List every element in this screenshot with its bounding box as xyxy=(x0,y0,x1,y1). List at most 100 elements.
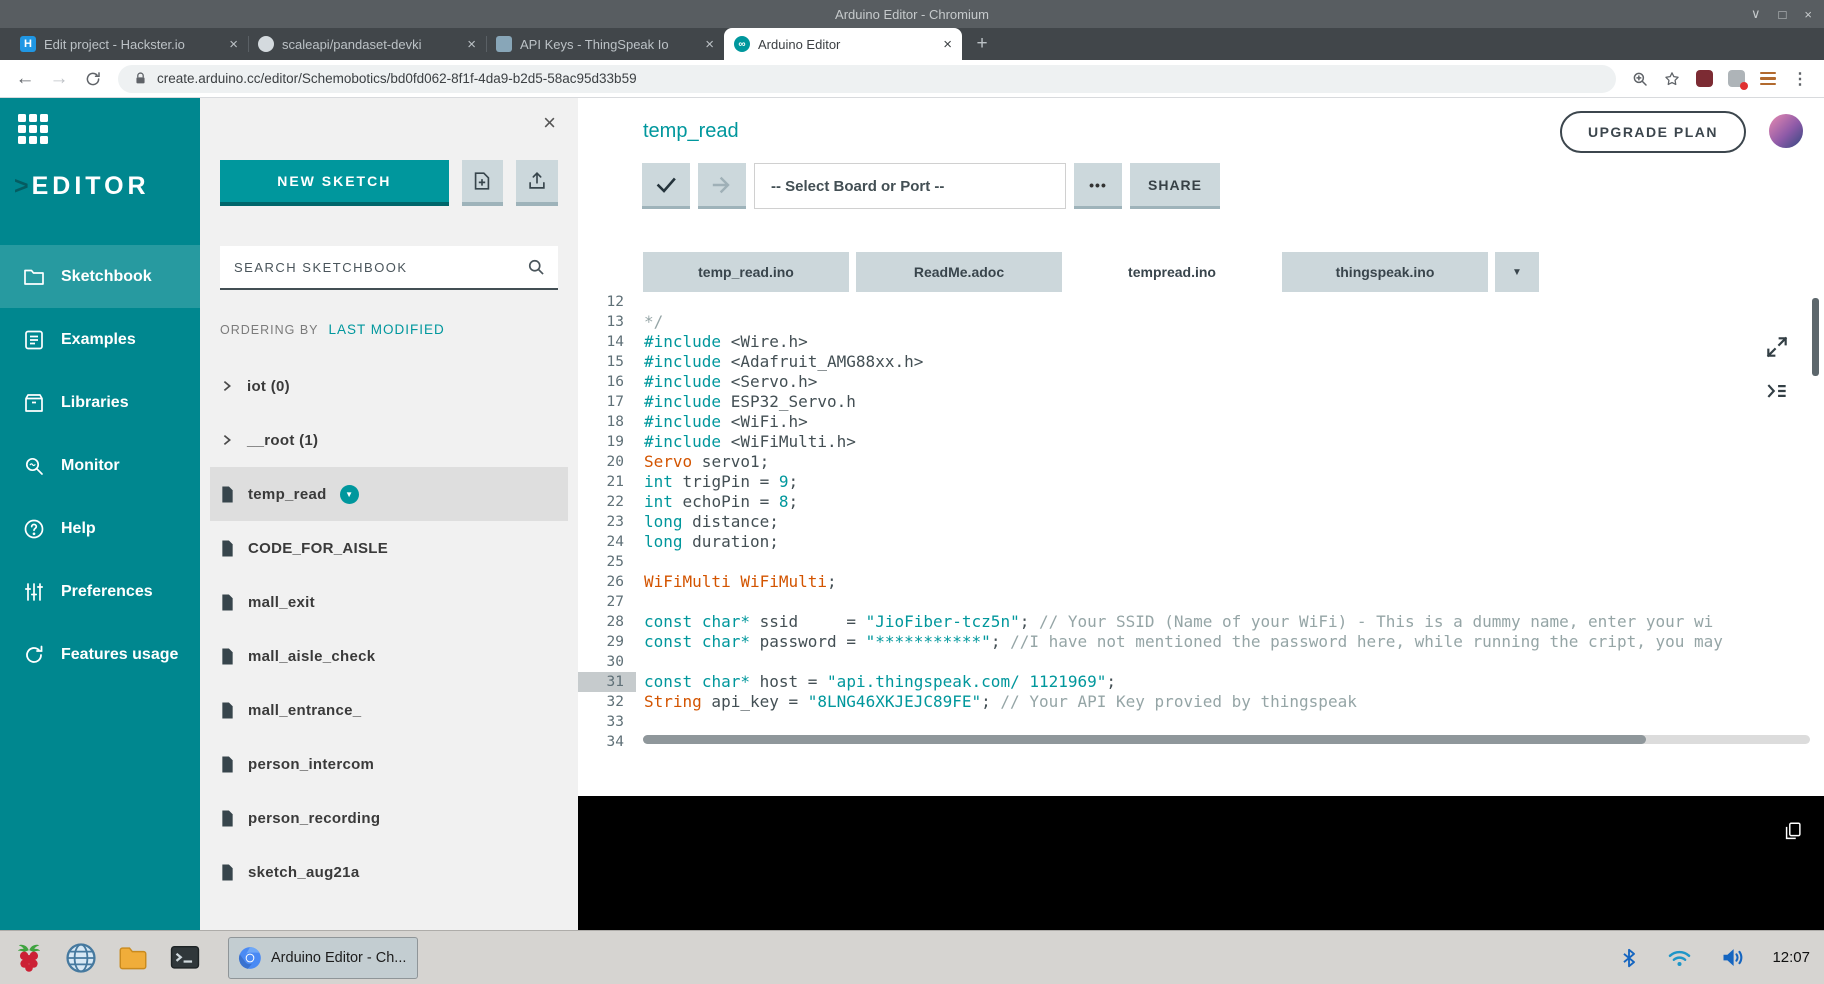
folder-label: __root (1) xyxy=(247,432,318,449)
browser-tab[interactable]: API Keys - ThingSpeak Io× xyxy=(486,28,724,60)
sidebar-item-label: Preferences xyxy=(61,583,153,601)
verify-button[interactable] xyxy=(642,163,690,209)
sketch-item[interactable]: CODE_FOR_AISLE xyxy=(210,521,568,575)
sketch-item[interactable]: person_intercom xyxy=(210,737,568,791)
sketch-item[interactable]: mall_exit xyxy=(210,575,568,629)
sidebar-item-help[interactable]: Help xyxy=(0,497,200,560)
sidebar-item-features-usage[interactable]: Features usage xyxy=(0,623,200,686)
zoom-button[interactable] xyxy=(1626,65,1654,93)
pi-menu-button[interactable] xyxy=(8,937,50,979)
avatar[interactable] xyxy=(1769,114,1803,148)
ordering-value[interactable]: LAST MODIFIED xyxy=(329,322,445,337)
sketch-options-badge[interactable]: ▼ xyxy=(340,485,359,504)
sidebar-menu: SketchbookExamplesLibrariesMonitorHelp Pr… xyxy=(0,245,200,686)
sketch-file-icon xyxy=(220,755,235,774)
logo-text: EDITOR xyxy=(32,172,150,201)
code-text: const char* host = "api.thingspeak.com/ … xyxy=(644,672,1824,692)
sidebar-item-monitor[interactable]: Monitor xyxy=(0,434,200,497)
browser-menu-button[interactable]: ⋮ xyxy=(1786,65,1814,93)
upload-button[interactable] xyxy=(698,163,746,209)
wifi-tray-button[interactable] xyxy=(1666,944,1693,971)
horizontal-scrollbar[interactable] xyxy=(643,735,1810,744)
sketch-folder[interactable]: iot (0) xyxy=(210,359,568,413)
sidebar-item-libraries[interactable]: Libraries xyxy=(0,371,200,434)
ordering-row: ORDERING BY LAST MODIFIED xyxy=(220,322,558,337)
sketch-item[interactable]: mall_entrance_ xyxy=(210,683,568,737)
sketch-item[interactable]: sketch_aug21a xyxy=(210,845,568,899)
help-icon xyxy=(22,517,46,541)
maximize-icon[interactable]: □ xyxy=(1779,7,1787,22)
sketch-item[interactable]: mall_aisle_check xyxy=(210,629,568,683)
extensions-menu-button[interactable] xyxy=(1754,65,1782,93)
new-sketch-button[interactable]: NEW SKETCH xyxy=(220,160,449,206)
apps-grid-icon[interactable] xyxy=(18,114,52,144)
file-manager-launcher[interactable] xyxy=(112,937,154,979)
import-button[interactable] xyxy=(516,160,558,206)
code-text: const char* password = "***********"; //… xyxy=(644,632,1824,652)
tab-close-icon[interactable]: × xyxy=(227,36,240,53)
close-icon[interactable]: × xyxy=(1804,7,1812,22)
extension-button-2[interactable] xyxy=(1722,65,1750,93)
tab-close-icon[interactable]: × xyxy=(941,36,954,53)
extension-icon xyxy=(1696,70,1713,87)
fullscreen-expand-icon xyxy=(1764,334,1790,360)
browser-tab[interactable]: ∞Arduino Editor× xyxy=(724,28,962,60)
sketch-tree: iot (0)__root (1)temp_read▼CODE_FOR_AISL… xyxy=(220,359,558,899)
upgrade-plan-button[interactable]: UPGRADE PLAN xyxy=(1560,111,1746,153)
address-bar[interactable]: create.arduino.cc/editor/Schemobotics/bd… xyxy=(118,65,1616,93)
back-button[interactable]: ← xyxy=(10,64,40,94)
search-input[interactable] xyxy=(232,259,526,276)
file-tab-label: thingspeak.ino xyxy=(1336,264,1435,280)
browser-tab[interactable]: scaleapi/pandaset-devki× xyxy=(248,28,486,60)
copy-output-button[interactable] xyxy=(1782,820,1804,842)
new-tab-button[interactable]: + xyxy=(968,30,996,58)
volume-tray-button[interactable] xyxy=(1719,944,1746,971)
tab-close-icon[interactable]: × xyxy=(465,36,478,53)
editor-main: temp_read UPGRADE PLAN -- Select Board o… xyxy=(578,98,1824,930)
web-browser-launcher[interactable] xyxy=(60,937,102,979)
browser-tab[interactable]: HEdit project - Hackster.io× xyxy=(10,28,248,60)
sidebar-item-sketchbook[interactable]: Sketchbook xyxy=(0,245,200,308)
code-line: 31const char* host = "api.thingspeak.com… xyxy=(578,672,1824,692)
sidebar-item-preferences[interactable]: Preferences xyxy=(0,560,200,623)
new-file-button[interactable] xyxy=(462,160,504,206)
taskbar-window-button[interactable]: Arduino Editor - Ch... xyxy=(228,937,418,979)
minimize-icon[interactable]: ∨ xyxy=(1751,6,1761,22)
fullscreen-button[interactable] xyxy=(1764,334,1790,360)
sketch-item[interactable]: person_recording xyxy=(210,791,568,845)
bookmark-button[interactable] xyxy=(1658,65,1686,93)
window-title: Arduino Editor - Chromium xyxy=(835,7,989,22)
sidebar-item-examples[interactable]: Examples xyxy=(0,308,200,371)
board-port-select[interactable]: -- Select Board or Port -- xyxy=(754,163,1066,209)
more-options-button[interactable]: ••• xyxy=(1074,163,1122,209)
file-tab[interactable]: tempread.ino xyxy=(1069,252,1275,292)
sketch-file-icon xyxy=(220,485,235,504)
code-line: 28const char* ssid = "JioFiber-tcz5n"; /… xyxy=(578,612,1824,632)
file-tab[interactable]: ReadMe.adoc xyxy=(856,252,1062,292)
bluetooth-tray-button[interactable] xyxy=(1618,947,1640,969)
code-text xyxy=(644,292,1824,312)
file-tab[interactable]: temp_read.ino xyxy=(643,252,849,292)
terminal-launcher[interactable] xyxy=(164,937,206,979)
share-button[interactable]: SHARE xyxy=(1130,163,1220,209)
horizontal-scrollbar-thumb[interactable] xyxy=(643,735,1646,744)
code-text: String api_key = "8LNG46XKJEJC89FE"; // … xyxy=(644,692,1824,712)
forward-button[interactable]: → xyxy=(44,64,74,94)
tab-close-icon[interactable]: × xyxy=(703,36,716,53)
sketch-label: person_intercom xyxy=(248,756,374,773)
line-number: 33 xyxy=(578,712,636,732)
sketch-folder[interactable]: __root (1) xyxy=(210,413,568,467)
vertical-scrollbar-thumb[interactable] xyxy=(1812,298,1819,376)
sketch-item[interactable]: temp_read▼ xyxy=(210,467,568,521)
file-tab[interactable]: thingspeak.ino xyxy=(1282,252,1488,292)
reload-button[interactable] xyxy=(78,64,108,94)
console-toggle-button[interactable] xyxy=(1764,378,1790,404)
code-editor[interactable]: 1213*/14#include <Wire.h>15#include <Ada… xyxy=(578,292,1824,754)
panel-close-icon[interactable]: × xyxy=(543,112,556,134)
code-text: Servo servo1; xyxy=(644,452,1824,472)
extension-button-1[interactable] xyxy=(1690,65,1718,93)
file-tab-label: ReadMe.adoc xyxy=(914,264,1004,280)
file-tabs-dropdown[interactable]: ▼ xyxy=(1495,252,1539,292)
line-number: 34 xyxy=(578,732,636,752)
code-line: 17#include ESP32_Servo.h xyxy=(578,392,1824,412)
